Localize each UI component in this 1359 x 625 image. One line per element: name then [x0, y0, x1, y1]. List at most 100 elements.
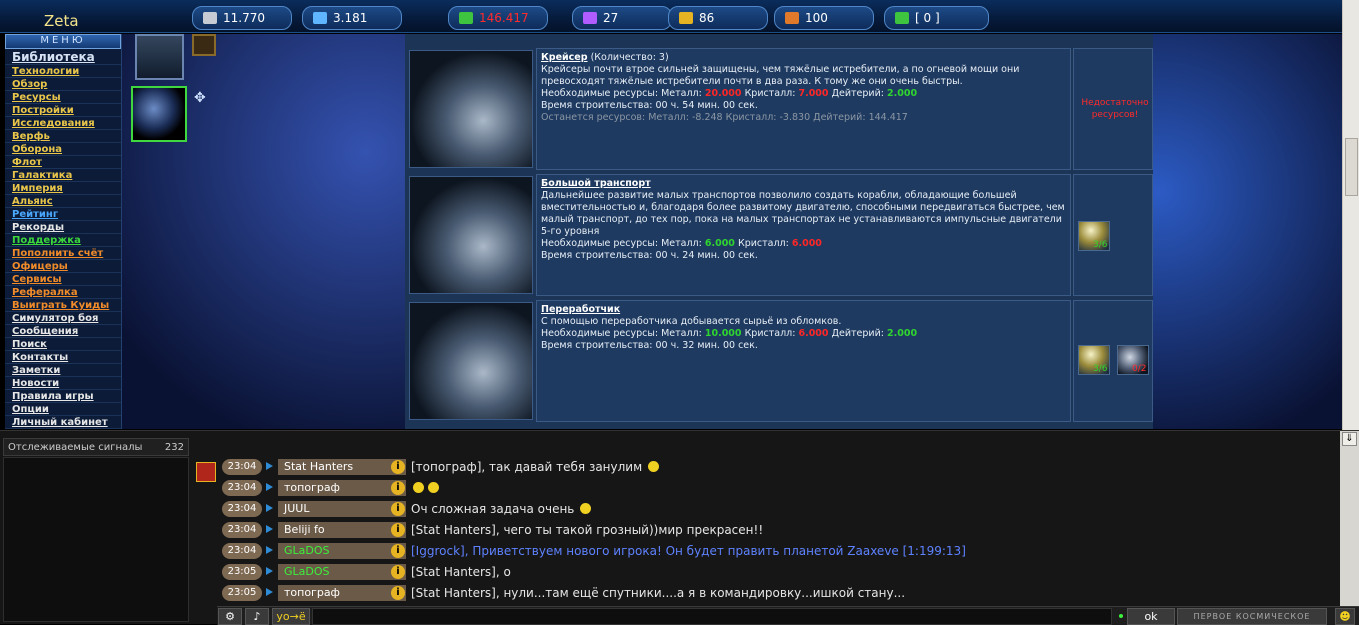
- ship-image[interactable]: [409, 302, 533, 420]
- play-icon[interactable]: [266, 462, 273, 470]
- menu-item[interactable]: Постройки: [5, 104, 121, 117]
- radio-player[interactable]: ПЕРВОЕ КОСМИЧЕСКОЕ: [1177, 608, 1327, 625]
- message-nick[interactable]: топограф: [278, 480, 406, 496]
- signals-count: 232: [164, 442, 184, 453]
- message-nick[interactable]: GLaDOS: [278, 564, 406, 580]
- message-text: [411, 481, 441, 495]
- play-icon[interactable]: [266, 504, 273, 512]
- menu-item[interactable]: Симулятор боя: [5, 312, 121, 325]
- chat-input[interactable]: [312, 608, 1112, 625]
- play-icon[interactable]: [266, 546, 273, 554]
- play-icon[interactable]: [266, 567, 273, 575]
- ship-name[interactable]: Большой транспорт: [541, 178, 651, 189]
- chat-message: 23:04 JUUL i Оч сложная задача очень: [222, 499, 1337, 518]
- sound-icon[interactable]: ♪: [245, 608, 269, 625]
- menu-item[interactable]: Опции: [5, 403, 121, 416]
- play-icon[interactable]: [266, 588, 273, 596]
- scroll-down-icon[interactable]: ⇓: [1342, 432, 1357, 446]
- resource-credits[interactable]: 86: [668, 6, 768, 30]
- menu-item[interactable]: Контакты: [5, 351, 121, 364]
- info-icon[interactable]: i: [391, 565, 405, 579]
- menu-item[interactable]: Исследования: [5, 117, 121, 130]
- ship-image[interactable]: [409, 50, 533, 168]
- menu-item[interactable]: Правила игры: [5, 390, 121, 403]
- info-icon[interactable]: i: [391, 481, 405, 495]
- page-scrollbar[interactable]: [1342, 0, 1359, 430]
- resource-crystal[interactable]: 3.181: [302, 6, 402, 30]
- ship-cost: Необходимые ресурсы: Металл: 10.000 Крис…: [541, 328, 918, 339]
- ship-action-cell: Недостаточно ресурсов!: [1073, 48, 1153, 170]
- main-menu: МЕНЮ Библиотека Технологии Обзор Ресурсы Пос…: [5, 34, 122, 429]
- menu-item[interactable]: Флот: [5, 156, 121, 169]
- info-icon[interactable]: i: [391, 502, 405, 516]
- resource-deuterium[interactable]: 146.417: [448, 6, 548, 30]
- message-nick[interactable]: GLaDOS: [278, 543, 406, 559]
- smile-picker-icon[interactable]: ☻: [1335, 608, 1355, 625]
- menu-item[interactable]: Сервисы: [5, 273, 121, 286]
- menu-item[interactable]: Рейтинг: [5, 208, 121, 221]
- message-text: [Stat Hanters], чего ты такой грозный))м…: [411, 523, 764, 537]
- planet-avatar[interactable]: [131, 86, 187, 142]
- scrollbar-thumb[interactable]: [1345, 138, 1358, 196]
- alliance-badge-icon: [196, 462, 216, 482]
- cost-value: 6.000: [791, 238, 822, 249]
- info-icon[interactable]: i: [391, 586, 405, 600]
- cost-value: 10.000: [704, 328, 742, 339]
- planet-name[interactable]: Zeta: [44, 12, 79, 30]
- menu-item[interactable]: Альянс: [5, 195, 121, 208]
- info-icon[interactable]: i: [391, 523, 405, 537]
- message-nick[interactable]: топограф: [278, 585, 406, 601]
- message-nick[interactable]: Stat Hanters: [278, 459, 406, 475]
- menu-item[interactable]: Ресурсы: [5, 91, 121, 104]
- signals-header[interactable]: Отслеживаемые сигналы 232: [3, 438, 189, 456]
- info-icon[interactable]: i: [391, 460, 405, 474]
- ship-name[interactable]: Крейсер: [541, 52, 588, 63]
- scales-icon[interactable]: [192, 34, 216, 56]
- chat-input-bar: ⚙ ♪ yo→ё ok ПЕРВОЕ КОСМИЧЕСКОЕ ☻: [217, 606, 1359, 625]
- play-icon[interactable]: [266, 525, 273, 533]
- satellite-icon[interactable]: ✥: [194, 90, 214, 106]
- play-icon[interactable]: [266, 483, 273, 491]
- resource-population[interactable]: 100: [774, 6, 874, 30]
- translit-button[interactable]: yo→ё: [272, 608, 310, 625]
- deuterium-icon: [459, 12, 473, 24]
- menu-item[interactable]: Офицеры: [5, 260, 121, 273]
- message-nick[interactable]: JUUL: [278, 501, 406, 517]
- signals-list[interactable]: [3, 457, 189, 622]
- resource-metal[interactable]: 11.770: [192, 6, 292, 30]
- menu-item[interactable]: Рекорды: [5, 221, 121, 234]
- menu-item[interactable]: Библиотека: [5, 49, 121, 65]
- menu-item[interactable]: Поддержка: [5, 234, 121, 247]
- menu-item[interactable]: Империя: [5, 182, 121, 195]
- info-icon[interactable]: i: [391, 544, 405, 558]
- menu-item[interactable]: Личный кабинет: [5, 416, 121, 429]
- build-queue-button[interactable]: 0/2: [1117, 345, 1149, 375]
- menu-item[interactable]: Технологии: [5, 65, 121, 78]
- menu-item[interactable]: Новости: [5, 377, 121, 390]
- ship-image[interactable]: [409, 176, 533, 294]
- build-queue-button[interactable]: 3/6: [1078, 345, 1110, 375]
- chat-settings-icon[interactable]: ⚙: [218, 608, 242, 625]
- resource-energy[interactable]: 27: [572, 6, 672, 30]
- menu-item[interactable]: Галактика: [5, 169, 121, 182]
- menu-item[interactable]: Сообщения: [5, 325, 121, 338]
- ship-quantity: (Количество: 3): [590, 52, 669, 63]
- chat-scrollbar[interactable]: ⇓: [1340, 431, 1359, 625]
- commander-avatar[interactable]: [135, 34, 184, 80]
- message-nick[interactable]: Beliji fo: [278, 522, 406, 538]
- build-queue-button[interactable]: 3/6: [1078, 221, 1110, 251]
- resource-messages[interactable]: [ 0 ]: [884, 6, 989, 30]
- cost-value: 7.000: [798, 88, 829, 99]
- menu-item[interactable]: Поиск: [5, 338, 121, 351]
- credits-icon: [679, 12, 693, 24]
- menu-item[interactable]: Заметки: [5, 364, 121, 377]
- send-button[interactable]: ok: [1127, 608, 1175, 625]
- message-text: [топограф], так давай тебя занулим: [411, 460, 661, 474]
- ship-name[interactable]: Переработчик: [541, 304, 620, 315]
- menu-item[interactable]: Пополнить счёт: [5, 247, 121, 260]
- menu-item[interactable]: Выиграть Куиды: [5, 299, 121, 312]
- menu-item[interactable]: Верфь: [5, 130, 121, 143]
- menu-item[interactable]: Рефералка: [5, 286, 121, 299]
- menu-item[interactable]: Обзор: [5, 78, 121, 91]
- menu-item[interactable]: Оборона: [5, 143, 121, 156]
